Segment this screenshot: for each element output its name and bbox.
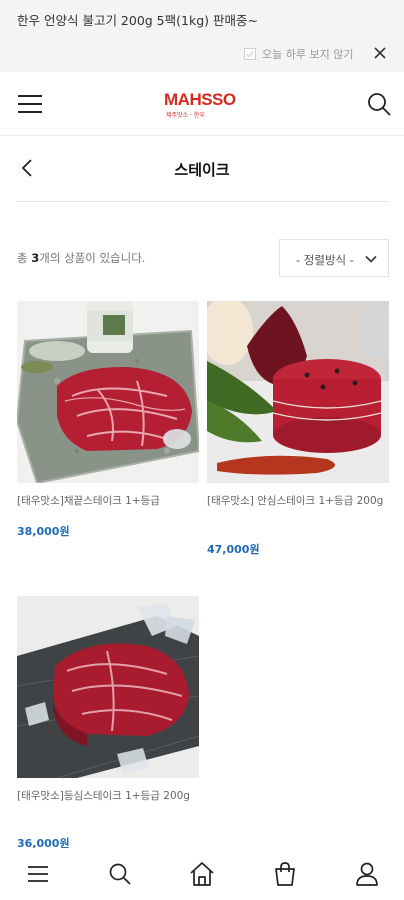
search-icon[interactable] <box>106 860 134 888</box>
product-name[interactable]: [태우맛소]등심스테이크 1+등급 200g <box>17 787 199 806</box>
home-icon[interactable] <box>188 860 216 888</box>
product-name[interactable]: [태우맛소] 안심스테이크 1+등급 200g <box>207 492 389 511</box>
count-prefix: 총 <box>17 251 32 265</box>
search-icon[interactable] <box>366 91 392 117</box>
count-suffix: 개의 상품이 있습니다. <box>39 251 146 265</box>
divider <box>17 201 388 202</box>
product-image[interactable] <box>17 301 199 483</box>
product-price: 47,000원 <box>207 543 260 556</box>
product-image[interactable] <box>17 596 199 778</box>
product-name[interactable]: [태우맛소]채끝스테이크 1+등급 <box>17 492 199 511</box>
product-card[interactable]: [태우맛소]채끝스테이크 1+등급 38,000원 <box>17 301 199 541</box>
cart-icon[interactable] <box>271 860 299 888</box>
promo-banner: 한우 언양식 불고기 200g 5팩(1kg) 판매중~ 오늘 하루 보지 않기 <box>0 0 404 72</box>
menu-icon[interactable] <box>24 860 52 888</box>
page-titlebar: 스테이크 <box>0 137 404 201</box>
product-image[interactable] <box>207 301 389 483</box>
site-logo[interactable]: MAHSSO 제주맛소 · 한우 <box>164 90 240 120</box>
check-icon <box>246 51 254 58</box>
product-card[interactable]: [태우맛소] 안심스테이크 1+등급 200g 47,000원 <box>207 301 389 559</box>
logo-tagline: 제주맛소 · 한우 <box>166 112 205 119</box>
bottom-nav <box>0 848 404 900</box>
product-card[interactable]: [태우맛소]등심스테이크 1+등급 200g 36,000원 <box>17 596 199 852</box>
sort-label: - 정렬방식 - <box>296 253 354 267</box>
product-count: 총 3개의 상품이 있습니다. <box>17 250 145 266</box>
chevron-down-icon <box>365 255 377 263</box>
page-title: 스테이크 <box>174 161 230 179</box>
hamburger-icon[interactable] <box>16 92 44 116</box>
dont-show-today-option[interactable]: 오늘 하루 보지 않기 <box>244 46 353 62</box>
promo-text[interactable]: 한우 언양식 불고기 200g 5팩(1kg) 판매중~ <box>17 10 258 29</box>
logo-wordmark: MAHSSO <box>164 90 236 109</box>
dont-show-checkbox[interactable] <box>244 48 256 60</box>
close-icon[interactable] <box>372 45 388 61</box>
dont-show-label: 오늘 하루 보지 않기 <box>262 48 354 61</box>
product-price: 38,000원 <box>17 525 70 538</box>
sort-dropdown[interactable]: - 정렬방식 - <box>279 239 389 277</box>
user-icon[interactable] <box>353 860 381 888</box>
site-header: MAHSSO 제주맛소 · 한우 <box>0 72 404 136</box>
